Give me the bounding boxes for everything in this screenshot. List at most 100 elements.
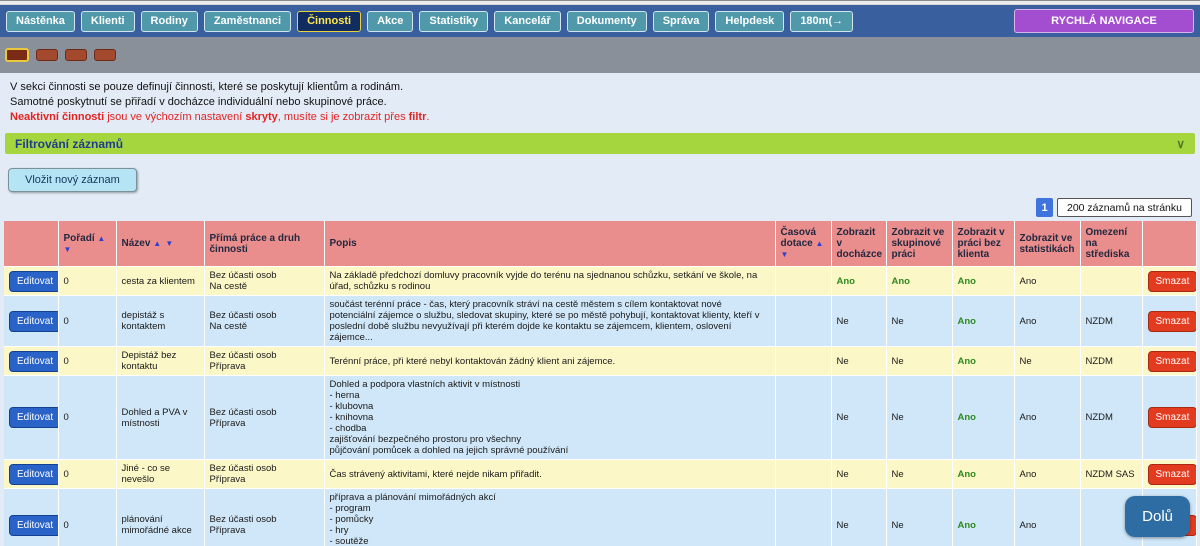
nav-item-label: Rodiny <box>151 15 188 27</box>
header-omezeni-strediska: Omezení na střediska <box>1080 221 1142 267</box>
quick-navigation-button[interactable]: RYCHLÁ NAVIGACE <box>1014 9 1194 33</box>
delete-button[interactable]: Smazat <box>1148 311 1197 332</box>
cell-zobrazit-bez-klienta: Ano <box>952 347 1014 376</box>
table-row: Editovat 0 Dohled a PVA v místnosti Bez … <box>4 376 1196 460</box>
cell-zobrazit-statistiky: Ano <box>1014 267 1080 296</box>
cell-nazev: depistáž s kontaktem <box>116 296 204 347</box>
edit-button[interactable]: Editovat <box>9 407 58 428</box>
delete-button[interactable]: Smazat <box>1148 464 1197 485</box>
delete-button[interactable]: Smazat <box>1148 271 1197 292</box>
nav-item-label: Nástěnka <box>16 15 65 27</box>
nav-item-label: Klienti <box>91 15 125 27</box>
nav-item-label: 180m <box>800 15 828 27</box>
cell-delete: Smazat <box>1142 296 1196 347</box>
tab[interactable] <box>65 49 87 61</box>
nav-item[interactable]: Rodiny <box>141 11 198 32</box>
intro-warning-line: Neaktivní činnosti jsou ve výchozím nast… <box>10 110 1190 125</box>
cell-popis: Terénní práce, při které nebyl kontaktov… <box>324 347 775 376</box>
table-row: Editovat 0 depistáž s kontaktem Bez účas… <box>4 296 1196 347</box>
cell-zobrazit-statistiky: Ano <box>1014 460 1080 489</box>
cell-zobrazit-statistiky: Ano <box>1014 376 1080 460</box>
chevron-down-icon: ∨ <box>1176 137 1185 151</box>
header-prima-prace: Přímá práce a druh činnosti <box>204 221 324 267</box>
cell-omezeni-strediska: NZDM SAS <box>1080 460 1142 489</box>
cell-casova-dotace <box>775 267 831 296</box>
table-row: Editovat 0 plánování mimořádné akce Bez … <box>4 489 1196 546</box>
table-row: Editovat 0 cesta za klientem Bez účasti … <box>4 267 1196 296</box>
cell-popis: součást terénní práce - čas, který praco… <box>324 296 775 347</box>
nav-item-label: Činnosti <box>307 15 351 27</box>
cell-zobrazit-skupinova: Ne <box>886 460 952 489</box>
filter-records-header[interactable]: Filtrování záznamů ∨ <box>5 133 1195 154</box>
cell-casova-dotace <box>775 376 831 460</box>
cell-edit: Editovat <box>4 267 58 296</box>
cell-zobrazit-dochazka: Ne <box>831 376 886 460</box>
cell-zobrazit-skupinova: Ano <box>886 267 952 296</box>
cell-zobrazit-bez-klienta: Ano <box>952 460 1014 489</box>
cell-omezeni-strediska <box>1080 267 1142 296</box>
header-edit <box>4 221 58 267</box>
edit-button[interactable]: Editovat <box>9 271 58 292</box>
cell-zobrazit-skupinova: Ne <box>886 489 952 546</box>
cell-casova-dotace <box>775 460 831 489</box>
nav-item[interactable]: Akce <box>367 11 413 32</box>
edit-button[interactable]: Editovat <box>9 464 58 485</box>
cell-druh: Bez účasti osob Na cestě <box>204 267 324 296</box>
sort-arrows-icon[interactable]: ▲ ▼ <box>153 239 174 248</box>
insert-new-record-button[interactable]: Vložit nový záznam <box>8 168 137 192</box>
pagination: 1 200 záznamů na stránku <box>0 198 1192 217</box>
delete-button[interactable]: Smazat <box>1148 407 1197 428</box>
cell-delete: Smazat <box>1142 376 1196 460</box>
nav-item[interactable]: Klienti <box>81 11 135 32</box>
cell-casova-dotace <box>775 296 831 347</box>
cell-edit: Editovat <box>4 376 58 460</box>
cell-poradi: 0 <box>58 347 116 376</box>
header-zobrazit-statistiky: Zobrazit ve statistikách <box>1014 221 1080 267</box>
header-poradi[interactable]: Pořadí ▲ ▼ <box>58 221 116 267</box>
edit-button[interactable]: Editovat <box>9 311 58 332</box>
header-popis: Popis <box>324 221 775 267</box>
cell-delete: Smazat <box>1142 460 1196 489</box>
nav-item[interactable]: Helpdesk <box>715 11 784 32</box>
table-row: Editovat 0 Jiné - co se nevešlo Bez účas… <box>4 460 1196 489</box>
header-zobrazit-skupinova: Zobrazit ve skupinové práci <box>886 221 952 267</box>
cell-omezeni-strediska: NZDM <box>1080 376 1142 460</box>
nav-item[interactable]: Nástěnka <box>6 11 75 32</box>
cell-popis: příprava a plánování mimořádných akcí - … <box>324 489 775 546</box>
scroll-down-button[interactable]: Dolů <box>1125 496 1190 537</box>
logout-icon: (→ <box>828 15 843 27</box>
nav-item[interactable]: Činnosti <box>297 11 361 32</box>
header-zobrazit-bez-klienta: Zobrazit v práci bez klienta <box>952 221 1014 267</box>
cell-omezeni-strediska: NZDM <box>1080 347 1142 376</box>
cell-edit: Editovat <box>4 296 58 347</box>
cell-zobrazit-statistiky: Ne <box>1014 347 1080 376</box>
header-casova-dotace[interactable]: Časová dotace ▲ ▼ <box>775 221 831 267</box>
cell-druh: Bez účasti osob Příprava <box>204 376 324 460</box>
cell-zobrazit-skupinova: Ne <box>886 296 952 347</box>
nav-item[interactable]: Dokumenty <box>567 11 647 32</box>
tab[interactable] <box>94 49 116 61</box>
delete-button[interactable]: Smazat <box>1148 351 1197 372</box>
nav-item[interactable]: Správa <box>653 11 710 32</box>
cell-casova-dotace <box>775 347 831 376</box>
nav-item[interactable]: 180m(→ <box>790 11 853 32</box>
cell-zobrazit-skupinova: Ne <box>886 376 952 460</box>
cell-delete: Smazat <box>1142 347 1196 376</box>
cell-zobrazit-bez-klienta: Ano <box>952 296 1014 347</box>
tab[interactable] <box>5 48 29 62</box>
cell-zobrazit-skupinova: Ne <box>886 347 952 376</box>
cell-zobrazit-statistiky: Ano <box>1014 489 1080 546</box>
nav-item-label: Kancelář <box>504 15 550 27</box>
header-nazev[interactable]: Název ▲ ▼ <box>116 221 204 267</box>
page-number[interactable]: 1 <box>1036 198 1053 217</box>
edit-button[interactable]: Editovat <box>9 515 58 536</box>
nav-item[interactable]: Zaměstnanci <box>204 11 291 32</box>
records-per-page-select[interactable]: 200 záznamů na stránku <box>1057 198 1192 217</box>
edit-button[interactable]: Editovat <box>9 351 58 372</box>
nav-item[interactable]: Statistiky <box>419 11 488 32</box>
cell-poradi: 0 <box>58 267 116 296</box>
tab[interactable] <box>36 49 58 61</box>
cell-zobrazit-bez-klienta: Ano <box>952 267 1014 296</box>
filter-records-title: Filtrování záznamů <box>15 137 123 151</box>
nav-item[interactable]: Kancelář <box>494 11 560 32</box>
